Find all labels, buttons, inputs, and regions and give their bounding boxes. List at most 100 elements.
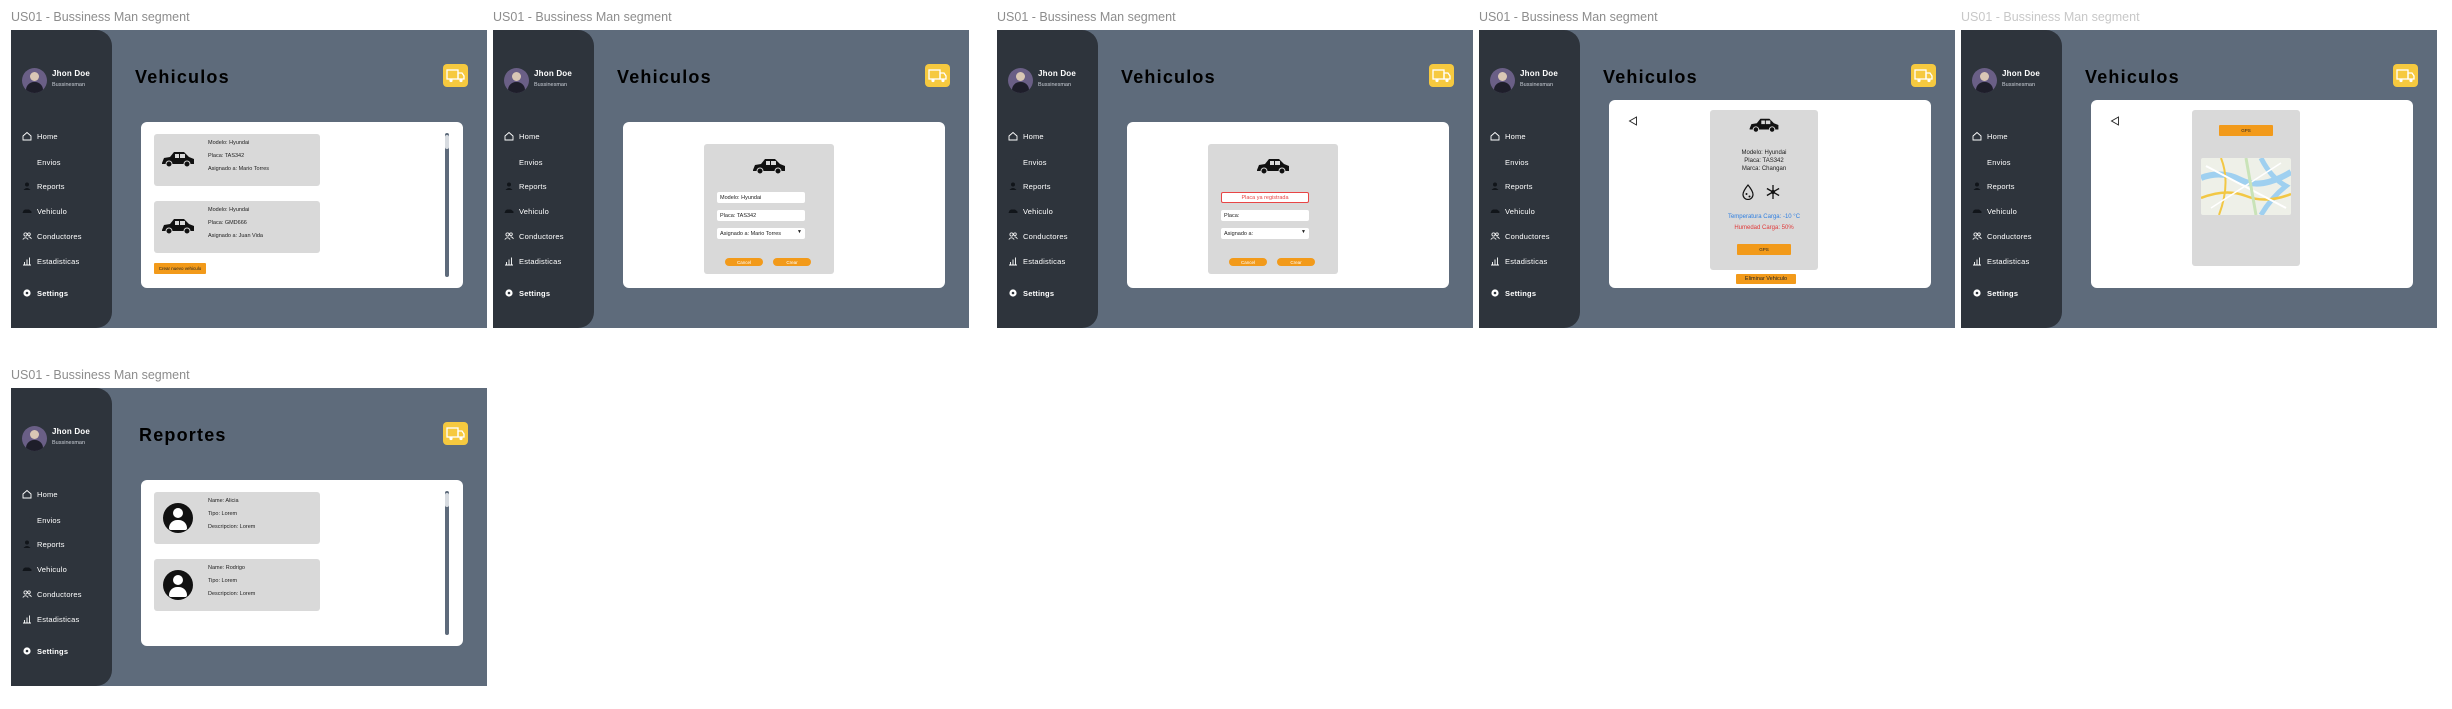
sidebar-item-reports[interactable]: Reports bbox=[22, 180, 65, 192]
sidebar: Jhon Doe Bussinesman Home Envios Reports… bbox=[11, 30, 112, 328]
sidebar-item-estadisticas[interactable]: Estadisticas bbox=[1490, 255, 1547, 267]
plate-field[interactable]: Placa: bbox=[1221, 210, 1309, 221]
users-icon bbox=[1972, 231, 1982, 241]
scrollbar-thumb[interactable] bbox=[445, 493, 449, 507]
sidebar-item-reports[interactable]: Reports bbox=[1972, 180, 2015, 192]
page-title: Vehiculos bbox=[1603, 67, 1698, 87]
assignee-select[interactable]: Asignado a: Mario Torres ▼ bbox=[717, 228, 805, 239]
sidebar-item-home[interactable]: Home bbox=[22, 488, 58, 500]
sidebar-item-reports[interactable]: Reports bbox=[22, 538, 65, 550]
sidebar-item-home[interactable]: Home bbox=[504, 130, 540, 142]
sidebar-item-conductores[interactable]: Conductores bbox=[504, 230, 564, 242]
sidebar-item-conductores[interactable]: Conductores bbox=[1972, 230, 2032, 242]
sidebar-item-label: Estadisticas bbox=[1987, 256, 2030, 266]
avatar[interactable] bbox=[1972, 68, 1997, 93]
car-icon bbox=[1008, 206, 1018, 216]
sidebar-item-label: Conductores bbox=[1505, 231, 1550, 241]
reports-icon bbox=[22, 539, 32, 549]
sidebar-item-reports[interactable]: Reports bbox=[1008, 180, 1051, 192]
sidebar-item-home[interactable]: Home bbox=[22, 130, 58, 142]
model-field[interactable]: Modelo: Hyundai bbox=[717, 192, 805, 203]
sidebar-item-reports[interactable]: Reports bbox=[504, 180, 547, 192]
truck-button[interactable] bbox=[2393, 64, 2418, 87]
sidebar-item-conductores[interactable]: Conductores bbox=[22, 588, 82, 600]
sidebar-item-estadisticas[interactable]: Estadisticas bbox=[504, 255, 561, 267]
report-card[interactable]: Name: Alicia Tipo: Lorem Descripcion: Lo… bbox=[154, 492, 320, 544]
truck-icon bbox=[446, 69, 465, 83]
truck-button[interactable] bbox=[443, 64, 468, 87]
sidebar-item-envios[interactable]: Envios bbox=[22, 514, 61, 526]
sidebar-item-vehiculo[interactable]: Vehiculo bbox=[1008, 205, 1053, 217]
sidebar-item-vehiculo[interactable]: Vehiculo bbox=[22, 205, 67, 217]
sidebar-item-label: Settings bbox=[519, 288, 551, 298]
reports-icon bbox=[22, 181, 32, 191]
gear-icon bbox=[504, 288, 514, 298]
sidebar-item-home[interactable]: Home bbox=[1490, 130, 1526, 142]
avatar[interactable] bbox=[1008, 68, 1033, 93]
truck-button[interactable] bbox=[925, 64, 950, 87]
gps-button[interactable]: GPS bbox=[1737, 244, 1791, 255]
sidebar-item-settings[interactable]: Settings bbox=[22, 287, 68, 299]
report-description: Descripcion: Lorem bbox=[208, 524, 256, 530]
temperature-text: Temperatura Carga: -10 °C bbox=[1727, 214, 1801, 220]
truck-button[interactable] bbox=[1429, 64, 1454, 87]
sidebar-item-conductores[interactable]: Conductores bbox=[1008, 230, 1068, 242]
report-card[interactable]: Name: Rodrigo Tipo: Lorem Descripcion: L… bbox=[154, 559, 320, 611]
sidebar-item-estadisticas[interactable]: Estadisticas bbox=[22, 613, 79, 625]
sidebar-item-vehiculo[interactable]: Vehiculo bbox=[504, 205, 549, 217]
sidebar-item-vehiculo[interactable]: Vehiculo bbox=[22, 563, 67, 575]
reports-icon bbox=[1972, 181, 1982, 191]
sidebar-item-envios[interactable]: Envios bbox=[504, 156, 543, 168]
create-vehicle-button[interactable]: Crear nuevo vehiculo bbox=[154, 263, 206, 274]
sidebar-item-home[interactable]: Home bbox=[1008, 130, 1044, 142]
cancel-button[interactable]: Cancel bbox=[725, 258, 763, 266]
sidebar-item-estadisticas[interactable]: Estadisticas bbox=[1008, 255, 1065, 267]
avatar[interactable] bbox=[22, 426, 47, 451]
sidebar-item-settings[interactable]: Settings bbox=[504, 287, 550, 299]
sidebar-item-envios[interactable]: Envios bbox=[1008, 156, 1047, 168]
chart-icon bbox=[504, 256, 514, 266]
avatar[interactable] bbox=[1490, 68, 1515, 93]
sidebar-item-label: Estadisticas bbox=[37, 614, 80, 624]
back-icon[interactable] bbox=[1628, 116, 1638, 126]
sidebar-item-envios[interactable]: Envios bbox=[1972, 156, 2011, 168]
back-icon[interactable] bbox=[2110, 116, 2120, 126]
save-button[interactable]: Crear bbox=[773, 258, 811, 266]
sidebar-item-label: Conductores bbox=[1987, 231, 2032, 241]
user-role: Bussinesman bbox=[1038, 82, 1072, 88]
save-button[interactable]: Crear bbox=[1277, 258, 1315, 266]
vehicle-list-panel: Modelo: Hyundai Placa: TAS342 Asignado a… bbox=[141, 122, 463, 288]
sidebar-item-envios[interactable]: Envios bbox=[22, 156, 61, 168]
sidebar-item-settings[interactable]: Settings bbox=[1972, 287, 2018, 299]
scrollbar[interactable] bbox=[445, 491, 449, 635]
sidebar-item-home[interactable]: Home bbox=[1972, 130, 2008, 142]
gps-button[interactable]: GPS bbox=[2219, 125, 2273, 136]
vehicle-detail-panel: Modelo: Hyundai Placa: TAS342 Marca: Cha… bbox=[1609, 100, 1931, 288]
sidebar-item-estadisticas[interactable]: Estadisticas bbox=[22, 255, 79, 267]
sidebar-item-conductores[interactable]: Conductores bbox=[1490, 230, 1550, 242]
sidebar-item-envios[interactable]: Envios bbox=[1490, 156, 1529, 168]
sidebar-item-label: Conductores bbox=[519, 231, 564, 241]
sidebar-item-settings[interactable]: Settings bbox=[22, 645, 68, 657]
avatar[interactable] bbox=[22, 68, 47, 93]
sidebar-item-conductores[interactable]: Conductores bbox=[22, 230, 82, 242]
plate-field[interactable]: Placa: TAS342 bbox=[717, 210, 805, 221]
scrollbar-thumb[interactable] bbox=[445, 135, 449, 149]
scrollbar[interactable] bbox=[445, 133, 449, 277]
sidebar-item-reports[interactable]: Reports bbox=[1490, 180, 1533, 192]
map-image[interactable] bbox=[2201, 158, 2291, 215]
avatar[interactable] bbox=[504, 68, 529, 93]
sidebar-item-settings[interactable]: Settings bbox=[1008, 287, 1054, 299]
truck-button[interactable] bbox=[443, 422, 468, 445]
assignee-select[interactable]: Asignado a: ▼ bbox=[1221, 228, 1309, 239]
sidebar-item-settings[interactable]: Settings bbox=[1490, 287, 1536, 299]
sidebar-item-vehiculo[interactable]: Vehiculo bbox=[1972, 205, 2017, 217]
delete-vehicle-button[interactable]: Eliminar Vehiculo bbox=[1736, 274, 1796, 284]
cancel-button[interactable]: Cancel bbox=[1229, 258, 1267, 266]
vehicle-card[interactable]: Modelo: Hyundai Placa: GMD666 Asignado a… bbox=[154, 201, 320, 253]
sidebar-item-estadisticas[interactable]: Estadisticas bbox=[1972, 255, 2029, 267]
vehicle-card[interactable]: Modelo: Hyundai Placa: TAS342 Asignado a… bbox=[154, 134, 320, 186]
truck-icon bbox=[1432, 69, 1451, 83]
sidebar-item-vehiculo[interactable]: Vehiculo bbox=[1490, 205, 1535, 217]
truck-button[interactable] bbox=[1911, 64, 1936, 87]
